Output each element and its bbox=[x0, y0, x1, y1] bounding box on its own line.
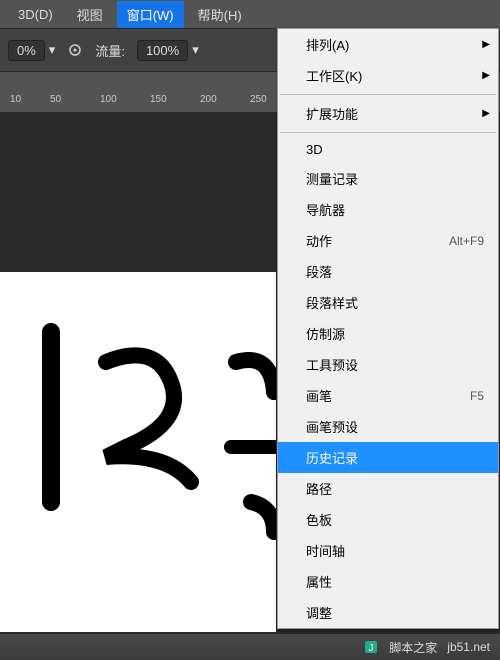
ruler-tick-label: 100 bbox=[100, 94, 117, 105]
menu-item-arrange[interactable]: 排列(A)▶ bbox=[278, 29, 498, 60]
menu-item-swatches[interactable]: 色板 bbox=[278, 504, 498, 535]
window-menu-dropdown: 排列(A)▶ 工作区(K)▶ 扩展功能▶ 3D 测量记录 导航器 动作Alt+F… bbox=[277, 28, 499, 629]
menu-window[interactable]: 窗口(W) bbox=[117, 1, 184, 28]
site-url: jb51.net bbox=[447, 640, 490, 654]
flow-label: 流量: bbox=[95, 41, 125, 60]
submenu-arrow-icon: ▶ bbox=[482, 108, 490, 119]
menubar: 3D(D) 视图 窗口(W) 帮助(H) bbox=[0, 0, 500, 28]
airbrush-icon[interactable] bbox=[67, 42, 83, 58]
menu-item-clone-source[interactable]: 仿制源 bbox=[278, 318, 498, 349]
site-name: 脚本之家 bbox=[389, 639, 437, 656]
menu-item-actions[interactable]: 动作Alt+F9 bbox=[278, 225, 498, 256]
ruler-tick-label: 200 bbox=[200, 94, 217, 105]
menu-item-paragraph[interactable]: 段落 bbox=[278, 256, 498, 287]
flow-value: 100% bbox=[137, 40, 188, 61]
watermark-bar: J 脚本之家 jb51.net bbox=[0, 634, 500, 660]
menu-item-workspace[interactable]: 工作区(K)▶ bbox=[278, 60, 498, 91]
ruler-tick-label: 50 bbox=[50, 94, 61, 105]
svg-text:J: J bbox=[369, 643, 374, 654]
menu-separator bbox=[280, 132, 496, 133]
menu-3d[interactable]: 3D(D) bbox=[8, 3, 63, 26]
menu-item-paths[interactable]: 路径 bbox=[278, 473, 498, 504]
canvas-content bbox=[0, 272, 276, 632]
menu-item-measurement-log[interactable]: 测量记录 bbox=[278, 163, 498, 194]
shortcut-text: F5 bbox=[470, 389, 484, 403]
menu-item-3d[interactable]: 3D bbox=[278, 136, 498, 163]
site-logo-icon: J bbox=[363, 639, 379, 655]
menu-item-tool-presets[interactable]: 工具预设 bbox=[278, 349, 498, 380]
menu-view[interactable]: 视图 bbox=[67, 1, 113, 28]
menu-help[interactable]: 帮助(H) bbox=[188, 1, 252, 28]
menu-item-timeline[interactable]: 时间轴 bbox=[278, 535, 498, 566]
menu-item-history[interactable]: 历史记录 bbox=[278, 442, 498, 473]
submenu-arrow-icon: ▶ bbox=[482, 39, 490, 50]
menu-item-brush[interactable]: 画笔F5 bbox=[278, 380, 498, 411]
menu-separator bbox=[280, 94, 496, 95]
ruler-tick-label: 250 bbox=[250, 94, 267, 105]
flow-control[interactable]: 100% ▾ bbox=[137, 40, 199, 61]
ruler-tick-label: 150 bbox=[150, 94, 167, 105]
opacity-value: 0% bbox=[8, 40, 45, 61]
ruler-tick-label: 10 bbox=[10, 94, 21, 105]
opacity-control[interactable]: 0% ▾ bbox=[8, 40, 55, 61]
document-canvas[interactable] bbox=[0, 272, 276, 632]
menu-item-properties[interactable]: 属性 bbox=[278, 566, 498, 597]
menu-item-navigator[interactable]: 导航器 bbox=[278, 194, 498, 225]
chevron-down-icon: ▾ bbox=[49, 42, 56, 58]
menu-item-adjustments[interactable]: 调整 bbox=[278, 597, 498, 628]
submenu-arrow-icon: ▶ bbox=[482, 70, 490, 81]
menu-item-brush-presets[interactable]: 画笔预设 bbox=[278, 411, 498, 442]
menu-item-extensions[interactable]: 扩展功能▶ bbox=[278, 98, 498, 129]
chevron-down-icon: ▾ bbox=[192, 42, 199, 58]
menu-item-paragraph-styles[interactable]: 段落样式 bbox=[278, 287, 498, 318]
shortcut-text: Alt+F9 bbox=[449, 234, 484, 248]
